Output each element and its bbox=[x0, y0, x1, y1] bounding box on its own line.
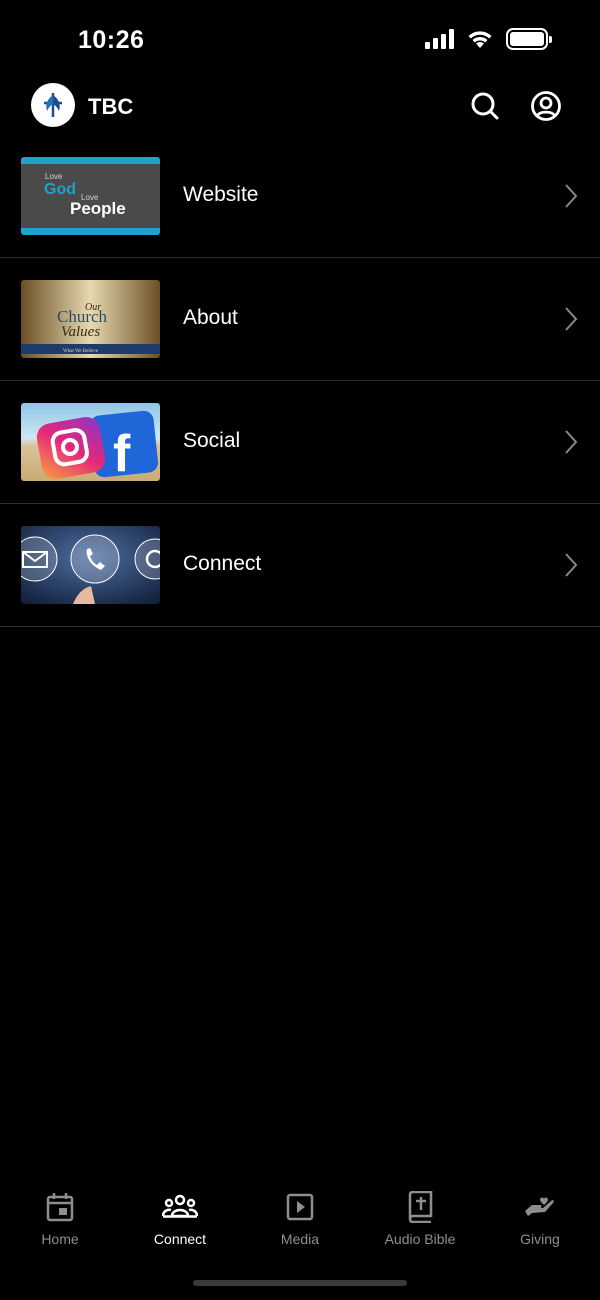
tab-bar: Home Connect Media Audio Bible Giving bbox=[0, 1190, 600, 1260]
people-icon bbox=[162, 1194, 198, 1218]
giving-hand-icon bbox=[525, 1197, 554, 1216]
battery-icon bbox=[506, 28, 552, 50]
tab-label: Giving bbox=[520, 1231, 560, 1247]
tab-audio-bible[interactable]: Audio Bible bbox=[360, 1190, 480, 1260]
chevron-right-icon bbox=[565, 184, 578, 208]
svg-text:People: People bbox=[70, 199, 126, 218]
account-button[interactable] bbox=[528, 88, 564, 124]
list-item-label: About bbox=[183, 306, 238, 329]
status-bar: 10:26 bbox=[0, 0, 600, 80]
search-button[interactable] bbox=[467, 88, 503, 124]
app-header: TBC bbox=[0, 80, 600, 134]
list-item-social[interactable]: f Social bbox=[0, 381, 600, 504]
church-logo-icon bbox=[31, 83, 75, 127]
chevron-right-icon bbox=[565, 307, 578, 331]
tab-label: Home bbox=[41, 1231, 79, 1247]
tab-label: Audio Bible bbox=[384, 1231, 456, 1247]
connect-thumbnail bbox=[21, 526, 160, 604]
calendar-icon bbox=[46, 1193, 74, 1222]
search-icon bbox=[471, 92, 499, 120]
cellular-signal-icon bbox=[425, 29, 454, 49]
social-thumbnail: f bbox=[21, 403, 160, 481]
list-item-website[interactable]: Love God Love People Website bbox=[0, 135, 600, 258]
status-time: 10:26 bbox=[78, 26, 145, 54]
svg-text:f: f bbox=[113, 425, 131, 481]
tab-home[interactable]: Home bbox=[0, 1190, 120, 1260]
tab-giving[interactable]: Giving bbox=[480, 1190, 600, 1260]
connect-list: Love God Love People Website Our Church … bbox=[0, 135, 600, 627]
tab-connect[interactable]: Connect bbox=[120, 1190, 240, 1260]
about-thumbnail: Our Church Values What We Believe bbox=[21, 280, 160, 358]
play-icon bbox=[286, 1193, 314, 1221]
chevron-right-icon bbox=[565, 430, 578, 454]
tab-media[interactable]: Media bbox=[240, 1190, 360, 1260]
list-item-about[interactable]: Our Church Values What We Believe About bbox=[0, 258, 600, 381]
svg-text:What We Believe: What We Believe bbox=[63, 349, 99, 354]
account-icon bbox=[531, 91, 561, 121]
bible-icon bbox=[408, 1191, 433, 1223]
svg-text:Values: Values bbox=[61, 324, 100, 340]
chevron-right-icon bbox=[565, 553, 578, 577]
wifi-icon bbox=[468, 31, 492, 48]
tab-label: Media bbox=[280, 1231, 320, 1247]
list-item-label: Website bbox=[183, 183, 259, 206]
list-item-label: Connect bbox=[183, 552, 262, 575]
svg-text:God: God bbox=[44, 181, 76, 198]
tab-label: Connect bbox=[153, 1231, 207, 1247]
app-title: TBC bbox=[88, 94, 134, 119]
home-indicator[interactable] bbox=[193, 1280, 407, 1286]
status-icons bbox=[425, 28, 552, 50]
svg-text:Love: Love bbox=[45, 172, 63, 181]
website-thumbnail: Love God Love People bbox=[21, 157, 160, 235]
list-item-connect[interactable]: Connect bbox=[0, 504, 600, 627]
list-item-label: Social bbox=[183, 429, 241, 452]
